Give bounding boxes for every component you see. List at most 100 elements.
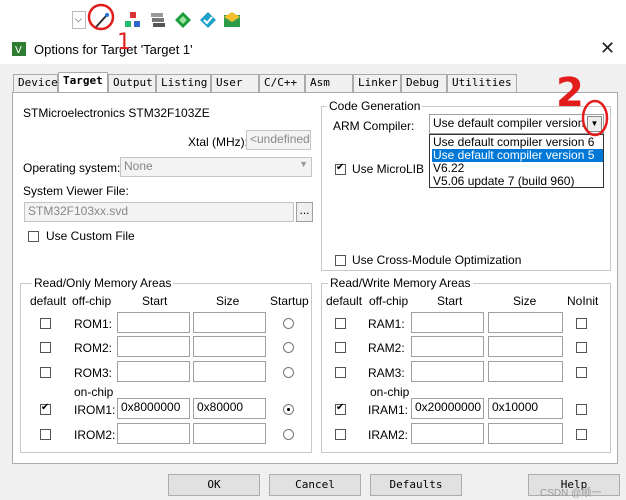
ram-row-default-checkbox[interactable] — [335, 367, 346, 378]
tab-cpp[interactable]: C/C++ — [259, 74, 305, 92]
defaults-button[interactable]: Defaults — [370, 474, 462, 496]
os-select[interactable]: None ▼ — [120, 157, 312, 177]
svf-browse-button[interactable]: ... — [296, 202, 313, 222]
event-recorder-button[interactable] — [223, 11, 241, 29]
rom-row-start-input[interactable] — [117, 423, 190, 444]
ram-onchip-label: on-chip — [370, 385, 410, 399]
rom-row-size-input[interactable] — [193, 361, 266, 382]
chevron-down-icon: ⌵ — [75, 14, 82, 24]
rom-row-startup-radio[interactable] — [283, 318, 294, 329]
rom-row-startup-radio[interactable] — [283, 342, 294, 353]
tab-listing[interactable]: Listing — [156, 74, 211, 92]
rom-row-name: ROM1: — [74, 317, 113, 331]
tab-debug[interactable]: Debug — [401, 74, 447, 92]
toolbar-dropdown-button[interactable]: ⌵ — [72, 11, 86, 29]
tab-linker[interactable]: Linker — [353, 74, 401, 92]
ram-row-start-input[interactable] — [411, 423, 484, 444]
compiler-dropdown-list: Use default compiler version 6 Use defau… — [429, 134, 604, 188]
rom-row-default-checkbox[interactable] — [40, 318, 51, 329]
rom-row-size-input[interactable] — [193, 336, 266, 357]
rom-header-size: Size — [216, 294, 240, 308]
ram-row-name: RAM3: — [368, 366, 405, 380]
app-icon: V — [12, 42, 26, 56]
rom-row-start-input[interactable] — [117, 361, 190, 382]
package-icon — [224, 12, 240, 27]
pack-installer-button[interactable] — [174, 11, 192, 29]
annotation-circle-2 — [581, 99, 609, 137]
rom-header-start: Start — [142, 294, 168, 308]
ram-row-start-input[interactable] — [411, 336, 484, 357]
manage-books-button[interactable] — [149, 11, 167, 29]
rom-row-default-checkbox[interactable] — [40, 367, 51, 378]
rom-row-startup-radio[interactable] — [283, 404, 294, 415]
tab-target[interactable]: Target — [58, 72, 108, 93]
tab-device[interactable]: Device — [13, 74, 58, 92]
ram-row-noinit-checkbox[interactable] — [576, 342, 587, 353]
ram-row-name: RAM2: — [368, 341, 405, 355]
ram-row-noinit-checkbox[interactable] — [576, 429, 587, 440]
tab-user[interactable]: User — [211, 74, 259, 92]
microlib-checkbox[interactable] — [335, 162, 346, 175]
compiler-select[interactable]: Use default compiler version 5 ▼ — [429, 114, 604, 134]
cross-module-label: Use Cross-Module Optimization — [352, 253, 522, 267]
ram-header-size: Size — [513, 294, 537, 308]
rom-row-startup-radio[interactable] — [283, 367, 294, 378]
cross-module-checkbox[interactable] — [335, 255, 346, 266]
manage-components-button[interactable] — [124, 11, 142, 29]
ram-row-start-input[interactable]: 0x20000000 — [411, 398, 484, 419]
ram-row-start-input[interactable] — [411, 312, 484, 333]
device-name: STMicroelectronics STM32F103ZE — [23, 106, 210, 120]
rom-row-default-checkbox[interactable] — [40, 402, 51, 415]
ram-row-noinit-checkbox[interactable] — [576, 367, 587, 378]
diamond-icon — [175, 12, 191, 28]
ram-row-default-checkbox[interactable] — [335, 429, 346, 440]
compiler-option[interactable]: V5.06 update 7 (build 960) — [432, 175, 603, 188]
ram-row-size-input[interactable] — [488, 423, 563, 444]
select-packs-button[interactable] — [199, 11, 217, 29]
rom-row-start-input[interactable]: 0x8000000 — [117, 398, 190, 419]
cancel-button[interactable]: Cancel — [269, 474, 361, 496]
ram-row-size-input[interactable]: 0x10000 — [488, 398, 563, 419]
rom-row-name: ROM2: — [74, 341, 113, 355]
microlib-label: Use MicroLIB — [352, 162, 425, 176]
rom-row-start-input[interactable] — [117, 336, 190, 357]
rom-row-start-input[interactable] — [117, 312, 190, 333]
ram-row-start-input[interactable] — [411, 361, 484, 382]
xtal-label: Xtal (MHz): — [188, 135, 248, 149]
tab-output[interactable]: Output — [108, 74, 156, 92]
tab-asm[interactable]: Asm — [305, 74, 353, 92]
code-generation-label: Code Generation — [327, 99, 423, 113]
ram-header-offchip: off-chip — [369, 294, 409, 308]
ram-row-default-checkbox[interactable] — [335, 318, 346, 329]
ok-button[interactable]: OK — [168, 474, 260, 496]
ram-row-noinit-checkbox[interactable] — [576, 318, 587, 329]
xtal-input[interactable]: <undefined> — [246, 130, 311, 150]
close-icon[interactable]: ✕ — [600, 38, 615, 59]
ram-row-noinit-checkbox[interactable] — [576, 404, 587, 415]
ram-header-start: Start — [437, 294, 463, 308]
rom-row-startup-radio[interactable] — [283, 429, 294, 440]
os-value: None — [124, 159, 153, 173]
rom-row-default-checkbox[interactable] — [40, 429, 51, 440]
rom-row-size-input[interactable] — [193, 312, 266, 333]
svf-input[interactable]: STM32F103xx.svd — [24, 202, 294, 222]
ram-row-size-input[interactable] — [488, 336, 563, 357]
rom-header-startup: Startup — [270, 294, 309, 308]
diamond-check-icon — [200, 12, 216, 28]
rom-onchip-label: on-chip — [74, 385, 114, 399]
ram-row-size-input[interactable] — [488, 312, 563, 333]
annotation-circle-1 — [87, 3, 115, 31]
rom-header-default: default — [30, 294, 67, 308]
rom-row-size-input[interactable] — [193, 423, 266, 444]
tab-utilities[interactable]: Utilities — [447, 74, 517, 92]
rom-row-default-checkbox[interactable] — [40, 342, 51, 353]
rom-row-size-input[interactable]: 0x80000 — [193, 398, 266, 419]
ram-row-size-input[interactable] — [488, 361, 563, 382]
ram-row-default-checkbox[interactable] — [335, 402, 346, 415]
rom-row-name: IROM2: — [74, 428, 116, 442]
custom-file-label: Use Custom File — [46, 229, 135, 243]
custom-file-checkbox[interactable] — [28, 231, 39, 242]
ram-row-default-checkbox[interactable] — [335, 342, 346, 353]
rom-group-label: Read/Only Memory Areas — [32, 276, 174, 290]
ram-row-name: RAM1: — [368, 317, 405, 331]
